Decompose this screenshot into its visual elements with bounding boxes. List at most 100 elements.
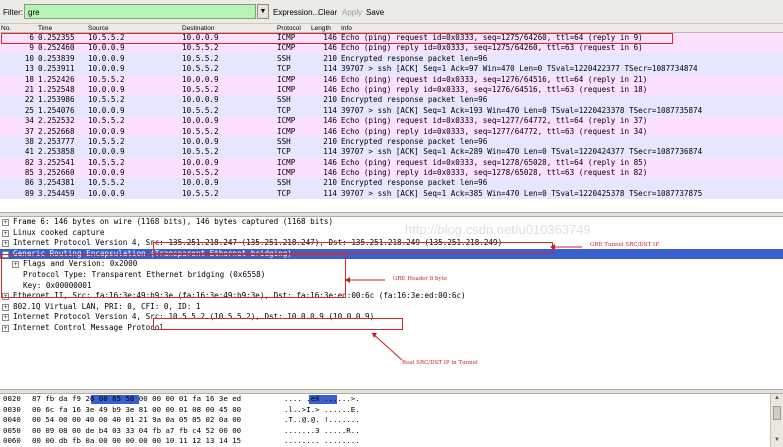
packet-cell-no: 6 xyxy=(29,33,34,42)
hex-bytes: 00 54 00 00 40 00 40 01 21 9a 0a 05 05 0… xyxy=(32,415,242,424)
packet-cell-time: 2.253777 xyxy=(38,136,75,146)
collapse-icon[interactable]: - xyxy=(2,250,9,258)
column-header-length[interactable]: Length xyxy=(311,25,331,32)
filter-toolbar: Filter: gre ▼ Expression... Clear Apply … xyxy=(0,0,783,24)
packet-cell-dst: 10.0.0.9 xyxy=(182,33,219,42)
expand-icon[interactable]: + xyxy=(2,219,9,226)
packet-cell-src: 10.0.0.9 xyxy=(88,147,125,157)
packet-cell-proto: TCP xyxy=(277,188,291,198)
hex-row: 0020 87 fb da f9 20 00 65 58 00 00 00 01 … xyxy=(0,394,770,405)
detail-tree-item[interactable]: +802.1Q Virtual LAN, PRI: 0, CFI: 0, ID:… xyxy=(0,302,783,313)
packet-cell-proto: ICMP xyxy=(277,126,296,136)
packet-cell-len: 146 xyxy=(323,84,337,94)
packet-row[interactable]: 86 3.254381 10.5.5.2 10.0.0.9 SSH 210 Encrypte… xyxy=(0,178,783,189)
hex-offset: 0040 xyxy=(3,415,21,424)
detail-tree-item[interactable]: - Generic Routing Encapsulation (Transpar… xyxy=(0,248,783,260)
packet-row[interactable]: 38 2.253777 10.5.5.2 10.0.0.9 SSH 210 Encrypte… xyxy=(0,136,783,148)
packet-cell-len: 114 xyxy=(323,64,337,74)
packet-cell-time: 1.253986 xyxy=(38,95,75,105)
packet-row[interactable]: 21 1.252548 10.0.0.9 10.5.5.2 ICMP 146 Echo (p… xyxy=(0,84,783,96)
filter-dropdown-button[interactable]: ▼ xyxy=(257,4,269,19)
packet-cell-time: 1.254076 xyxy=(38,105,75,115)
expand-icon[interactable]: + xyxy=(2,240,9,248)
clear-button[interactable]: Clear xyxy=(318,8,337,17)
packet-cell-info: Echo (ping) reply id=0x0333, seq=1275/64… xyxy=(341,43,643,53)
packet-cell-src: 10.5.5.2 xyxy=(88,178,125,188)
detail-tree-item[interactable]: + Frame 6: 146 bytes on wire (1168 bits),… xyxy=(0,217,783,228)
expand-icon[interactable]: + xyxy=(2,314,9,322)
annotation-real-ip: Real SRC/DST IP in Tunnel xyxy=(402,360,478,366)
hex-bytes: 00 00 db fb 0a 00 00 00 00 00 10 11 12 1… xyxy=(32,436,242,445)
detail-tree-label: Linux cooked capture xyxy=(13,227,105,237)
hex-rows: 0020 87 fb da f9 20 00 65 58 00 00 00 01 … xyxy=(0,394,770,447)
packet-cell-info: Echo (ping) request id=0x0333, seq=1275/… xyxy=(341,33,643,42)
packet-details[interactable]: + Frame 6: 146 bytes on wire (1168 bits),… xyxy=(0,217,783,389)
packet-row[interactable]: 25 1.254076 10.0.0.9 10.5.5.2 TCP 114 39707 > … xyxy=(0,105,783,117)
packet-row[interactable]: 22 1.253986 10.5.5.2 10.0.0.9 SSH 210 Encrypte… xyxy=(0,95,783,106)
expression-button[interactable]: Expression... xyxy=(273,8,319,17)
packet-row[interactable]: 13 0.253911 10.0.0.9 10.5.5.2 TCP 114 39707 > … xyxy=(0,64,783,75)
hex-bytes: 00 09 08 00 de b4 03 33 04 fb a7 fb c4 5… xyxy=(32,425,242,435)
packet-row[interactable]: 82 3.252541 10.5.5.2 10.0.0.9 ICMP 146 Echo (p… xyxy=(0,157,783,169)
detail-tree-item[interactable]: + Internet Control Message Protocol xyxy=(0,323,783,334)
expand-icon[interactable]: + xyxy=(12,261,19,269)
filter-input[interactable]: gre xyxy=(24,4,256,19)
expand-icon[interactable]: + xyxy=(2,303,9,311)
detail-tree-item[interactable]: + Internet Protocol Version 4, Src: 135.2… xyxy=(0,238,783,249)
detail-tree-item[interactable]: + Linux cooked capture xyxy=(0,228,783,239)
packet-row[interactable]: 34 2.252532 10.5.5.2 10.0.0.9 ICMP 146 Echo (p… xyxy=(0,116,783,127)
packet-row[interactable]: 10 0.253839 10.0.0.9 10.5.5.2 SSH 210 Encrypte… xyxy=(0,53,783,65)
packet-cell-no: 21 xyxy=(24,84,34,94)
column-header-no[interactable]: No. xyxy=(1,25,11,32)
hex-offset: 0060 xyxy=(3,436,21,445)
expand-icon[interactable]: + xyxy=(2,293,9,301)
expand-icon[interactable]: + xyxy=(2,324,9,332)
detail-tree-item[interactable]: + Ethernet II, Src: fa:16:3e:49:b9:3e (fa… xyxy=(0,291,783,302)
hex-scrollbar[interactable]: ▲ ▼ xyxy=(770,394,783,447)
column-header-destination[interactable]: Destination xyxy=(182,25,215,32)
packet-row[interactable]: 89 3.254459 10.0.0.9 10.5.5.2 TCP 114 39707 > … xyxy=(0,188,783,200)
expand-icon[interactable]: + xyxy=(2,229,9,237)
save-button[interactable]: Save xyxy=(366,8,384,17)
hex-dump[interactable]: 0020 87 fb da f9 20 00 65 58 00 00 00 01 … xyxy=(0,394,770,447)
packet-row[interactable]: 18 1.252426 10.5.5.2 10.0.0.9 ICMP 146 Echo (p… xyxy=(0,74,783,85)
packet-cell-dst: 10.0.0.9 xyxy=(182,116,219,126)
packet-cell-info: Echo (ping) reply id=0x0333, seq=1277/64… xyxy=(341,126,648,136)
packet-list-header: No. Time Source Destination Protocol Len… xyxy=(0,24,783,33)
packet-row[interactable]: 85 3.252660 10.0.0.9 10.5.5.2 ICMP 146 Echo (p… xyxy=(0,168,783,179)
packet-row[interactable]: 41 2.253858 10.0.0.9 10.5.5.2 TCP 114 39707 > … xyxy=(0,147,783,158)
packet-cell-time: 1.252548 xyxy=(38,84,75,94)
packet-cell-info: Echo (ping) request id=0x0333, seq=1277/… xyxy=(341,116,648,126)
packet-row[interactable]: 9 0.252460 10.0.0.9 10.5.5.2 ICMP 146 Echo (pi… xyxy=(0,43,783,54)
packet-cell-proto: SSH xyxy=(277,95,291,105)
packet-cell-no: 38 xyxy=(24,136,34,146)
scroll-up-arrow-icon[interactable]: ▲ xyxy=(771,395,783,404)
apply-button[interactable]: Apply xyxy=(342,8,362,17)
scroll-thumb[interactable] xyxy=(773,406,781,420)
packet-list[interactable]: No. Time Source Destination Protocol Len… xyxy=(0,24,783,212)
detail-tree-label: Flags and Version: 0x2000 xyxy=(23,259,138,269)
packet-row[interactable]: 6 0.252355 10.5.5.2 10.0.0.9 ICMP 146 Echo (pi… xyxy=(0,33,783,44)
packet-cell-src: 10.5.5.2 xyxy=(88,74,125,84)
detail-tree-item[interactable]: + Internet Protocol Version 4, Src: 10.5.… xyxy=(0,312,783,323)
packet-cell-info: 39707 > ssh [ACK] Seq=1 Ack=193 Win=470 … xyxy=(341,105,703,115)
detail-tree-item[interactable]: Key: 0x00000001 xyxy=(0,281,783,292)
packet-cell-src: 10.0.0.9 xyxy=(88,126,125,136)
packet-cell-info: 39707 > ssh [ACK] Seq=1 Ack=385 Win=470 … xyxy=(341,188,703,198)
packet-cell-proto: ICMP xyxy=(277,116,296,126)
packet-cell-len: 146 xyxy=(323,33,337,42)
packet-cell-src: 10.0.0.9 xyxy=(88,53,125,63)
column-header-source[interactable]: Source xyxy=(88,25,109,32)
column-header-info[interactable]: Info xyxy=(341,25,352,32)
hex-row: 0050 00 09 08 00 de b4 03 33 04 fb a7 fb … xyxy=(0,426,770,437)
detail-tree-item[interactable]: Protocol Type: Transparent Ethernet brid… xyxy=(0,270,783,281)
column-header-time[interactable]: Time xyxy=(38,25,52,32)
scroll-down-arrow-icon[interactable]: ▼ xyxy=(771,437,783,446)
column-header-protocol[interactable]: Protocol xyxy=(277,25,301,32)
detail-tree-item[interactable]: + Flags and Version: 0x2000 xyxy=(0,259,783,270)
packet-row[interactable]: 37 2.252668 10.0.0.9 10.5.5.2 ICMP 146 Echo (p… xyxy=(0,126,783,137)
hex-row: 0060 00 00 db fb 0a 00 00 00 00 00 10 11 … xyxy=(0,436,770,447)
detail-tree-label: Internet Protocol Version 4, Src: 135.25… xyxy=(13,238,503,248)
packet-cell-dst: 10.5.5.2 xyxy=(182,43,219,53)
packet-cell-no: 85 xyxy=(24,168,34,178)
